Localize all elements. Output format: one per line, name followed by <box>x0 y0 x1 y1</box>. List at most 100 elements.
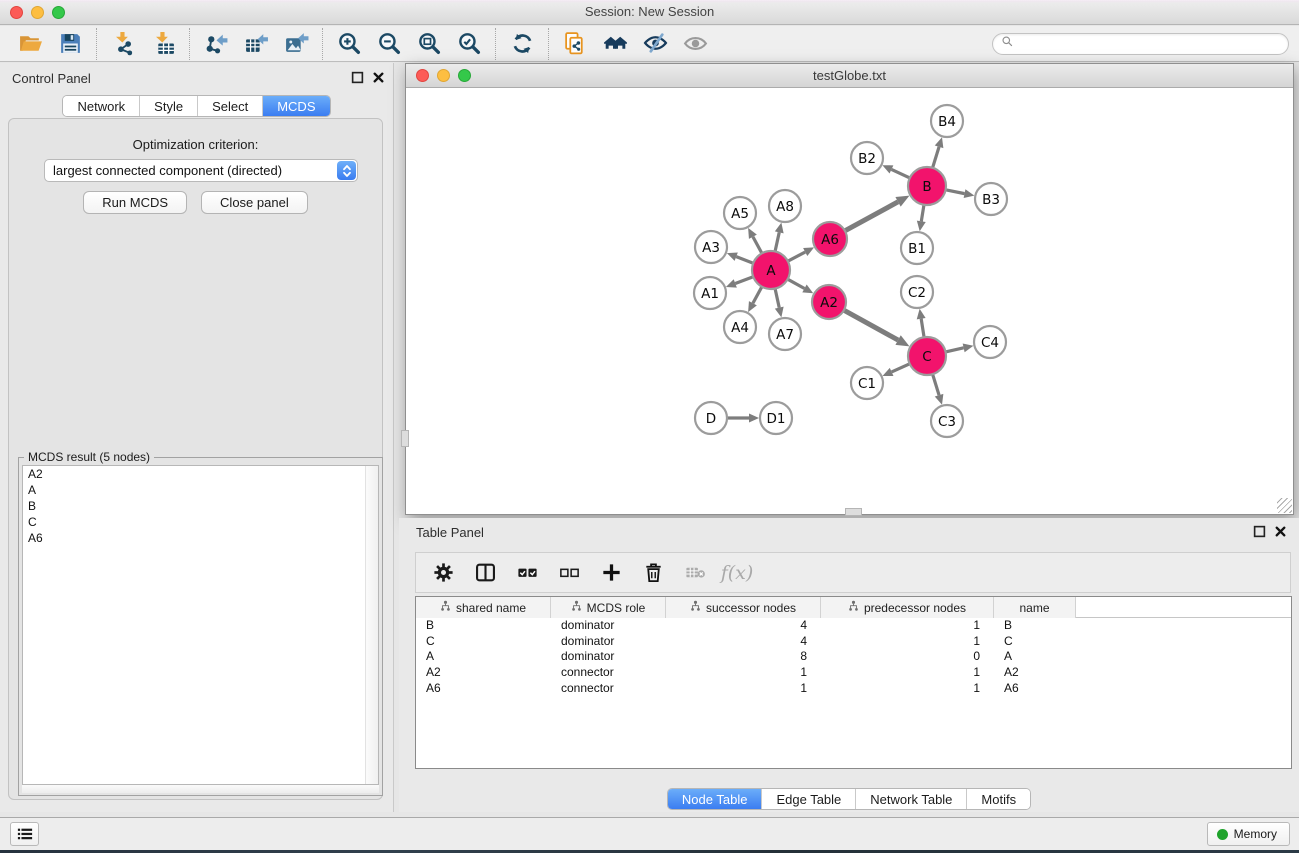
run-mcds-button[interactable]: Run MCDS <box>83 191 187 214</box>
table-cell[interactable]: dominator <box>551 618 666 634</box>
table-cell[interactable]: C <box>416 634 551 650</box>
show-details-icon[interactable] <box>681 30 709 58</box>
zoom-fit-icon[interactable] <box>415 30 443 58</box>
deselect-all-icon[interactable] <box>556 560 582 586</box>
table-cell[interactable]: C <box>994 634 1076 650</box>
splitter-grip-left[interactable] <box>401 430 409 447</box>
graph-edge-A-A2[interactable] <box>788 279 805 288</box>
column-header-predecessor-nodes[interactable]: predecessor nodes <box>821 597 994 618</box>
scrollbar-track-horizontal[interactable] <box>22 785 379 793</box>
graph-edge-A-A4[interactable] <box>753 287 762 304</box>
hide-details-icon[interactable] <box>641 30 669 58</box>
tab-network[interactable]: Network <box>63 96 139 116</box>
table-cell[interactable]: connector <box>551 665 666 681</box>
mcds-result-item[interactable]: A <box>23 482 378 498</box>
mcds-result-item[interactable]: A2 <box>23 466 378 482</box>
settings-gear-icon[interactable] <box>430 560 456 586</box>
table-cell[interactable]: B <box>994 618 1076 634</box>
table-cell[interactable]: dominator <box>551 634 666 650</box>
tab-edge-table[interactable]: Edge Table <box>761 789 855 809</box>
tab-node-table[interactable]: Node Table <box>668 789 762 809</box>
export-image-icon[interactable] <box>282 30 310 58</box>
tab-select[interactable]: Select <box>197 96 262 116</box>
add-column-icon[interactable] <box>598 560 624 586</box>
graph-edge-C-C2[interactable] <box>921 319 924 338</box>
graph-edge-C-C4[interactable] <box>946 348 964 352</box>
table-cell[interactable]: B <box>416 618 551 634</box>
table-cell[interactable]: 0 <box>821 649 994 665</box>
table-row[interactable]: Bdominator41B <box>416 618 1291 634</box>
memory-button[interactable]: Memory <box>1207 822 1290 846</box>
graph-edge-A-A5[interactable] <box>753 237 762 254</box>
zoom-in-icon[interactable] <box>335 30 363 58</box>
close-panel-icon[interactable] <box>372 71 385 84</box>
refresh-layout-icon[interactable] <box>508 30 536 58</box>
float-panel-icon[interactable] <box>1253 525 1266 538</box>
mcds-result-item[interactable]: A6 <box>23 531 378 547</box>
mcds-result-item[interactable]: B <box>23 498 378 514</box>
graph-edge-B-B4[interactable] <box>933 147 939 168</box>
graph-edge-A-A7[interactable] <box>775 289 779 308</box>
table-row[interactable]: Cdominator41C <box>416 634 1291 650</box>
table-cell[interactable]: A2 <box>994 665 1076 681</box>
graph-edge-A-A8[interactable] <box>775 232 779 251</box>
close-panel-icon[interactable] <box>1274 525 1287 538</box>
zoom-out-icon[interactable] <box>375 30 403 58</box>
delete-column-icon[interactable] <box>640 560 666 586</box>
mcds-result-list[interactable]: A2ABCA6 <box>22 465 379 785</box>
mcds-result-item[interactable]: C <box>23 515 378 531</box>
export-network-icon[interactable] <box>202 30 230 58</box>
tab-network-table[interactable]: Network Table <box>855 789 966 809</box>
table-cell[interactable]: 1 <box>821 634 994 650</box>
scrollbar-track[interactable] <box>365 466 378 784</box>
graph-edge-A-A3[interactable] <box>736 257 753 264</box>
tab-motifs[interactable]: Motifs <box>966 789 1030 809</box>
optimization-select[interactable]: largest connected component (directed) <box>44 159 358 182</box>
graph-edge-C-C1[interactable] <box>892 364 910 372</box>
zoom-selected-icon[interactable] <box>455 30 483 58</box>
table-cell[interactable]: 4 <box>666 618 821 634</box>
table-cell[interactable]: 1 <box>666 681 821 697</box>
table-cell[interactable]: 1 <box>666 665 821 681</box>
table-cell[interactable]: A6 <box>994 681 1076 697</box>
graph-edge-B-B1[interactable] <box>921 205 924 222</box>
network-canvas[interactable]: AA1A2A3A4A5A6A7A8BB1B2B3B4CC1C2C3C4DD1 <box>406 89 1293 514</box>
table-cell[interactable]: dominator <box>551 649 666 665</box>
table-cell[interactable]: 8 <box>666 649 821 665</box>
column-header-successor-nodes[interactable]: successor nodes <box>666 597 821 618</box>
column-header-shared-name[interactable]: shared name <box>416 597 551 618</box>
graph-edge-A6-B[interactable] <box>845 202 898 231</box>
table-cell[interactable]: 1 <box>821 681 994 697</box>
table-cell[interactable]: 1 <box>821 618 994 634</box>
table-cell[interactable]: connector <box>551 681 666 697</box>
table-cell[interactable]: A <box>416 649 551 665</box>
graph-edge-B-B2[interactable] <box>891 169 909 178</box>
graph-edge-A-A1[interactable] <box>735 277 753 284</box>
export-table-icon[interactable] <box>242 30 270 58</box>
import-table-icon[interactable] <box>149 30 177 58</box>
column-header-name[interactable]: name <box>994 597 1076 618</box>
table-row[interactable]: A2connector11A2 <box>416 665 1291 681</box>
table-cell[interactable]: 1 <box>821 665 994 681</box>
search-box[interactable] <box>992 33 1289 55</box>
clone-network-icon[interactable] <box>561 30 589 58</box>
float-panel-icon[interactable] <box>351 71 364 84</box>
column-header-MCDS-role[interactable]: MCDS role <box>551 597 666 618</box>
list-icon[interactable] <box>10 822 39 846</box>
graph-edge-A2-C[interactable] <box>844 310 898 340</box>
table-cell[interactable]: 4 <box>666 634 821 650</box>
close-panel-button[interactable]: Close panel <box>201 191 308 214</box>
home-layout-icon[interactable] <box>601 30 629 58</box>
splitter-grip-bottom[interactable] <box>845 508 862 516</box>
graph-edge-C-C3[interactable] <box>933 374 939 395</box>
tab-mcds[interactable]: MCDS <box>262 96 329 116</box>
select-all-icon[interactable] <box>514 560 540 586</box>
save-session-icon[interactable] <box>56 30 84 58</box>
table-cell[interactable]: A2 <box>416 665 551 681</box>
graph-edge-A-A6[interactable] <box>788 252 805 261</box>
import-network-icon[interactable] <box>109 30 137 58</box>
search-input[interactable] <box>1019 37 1280 51</box>
graph-edge-B-B3[interactable] <box>946 190 965 194</box>
open-file-icon[interactable] <box>16 30 44 58</box>
table-row[interactable]: A6connector11A6 <box>416 681 1291 697</box>
